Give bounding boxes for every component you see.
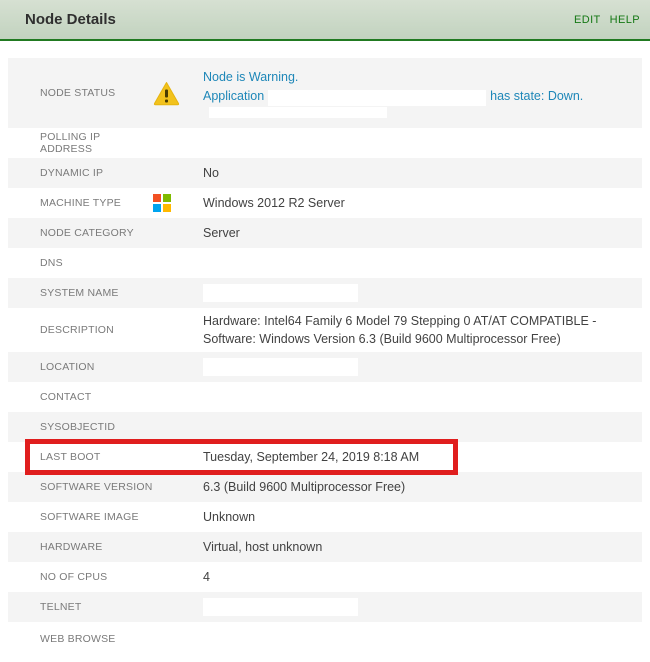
row-value: Server	[203, 225, 240, 240]
redaction-box	[203, 598, 358, 617]
node-details-table: NODE STATUS Node is Warning. Application ha…	[0, 41, 650, 655]
node-details-header: Node Details EDIT HELP	[0, 0, 650, 41]
row-value: Hardware: Intel64 Family 6 Model 79 Step…	[203, 313, 597, 346]
detail-row-node-category: NODE CATEGORY Server	[8, 218, 642, 248]
detail-row-web-browse: WEB BROWSE	[8, 622, 642, 655]
detail-row-last-boot: LAST BOOT Tuesday, September 24, 2019 8:1…	[8, 439, 642, 475]
row-label: TELNET	[40, 601, 82, 613]
row-label: NODE CATEGORY	[40, 227, 134, 239]
row-value	[203, 358, 642, 377]
status-line2-suffix: has state: Down.	[490, 88, 584, 103]
detail-row-description: DESCRIPTION Hardware: Intel64 Family 6 Mo…	[8, 308, 642, 352]
windows-logo-icon	[153, 194, 203, 212]
row-label: LOCATION	[40, 361, 95, 373]
row-value: Node is Warning. Application has state: Do…	[203, 68, 642, 118]
detail-row-sysobjectid: SYSOBJECTID	[8, 412, 642, 442]
help-link[interactable]: HELP	[610, 14, 640, 26]
row-label: SYSTEM NAME	[40, 287, 119, 299]
status-line2-prefix: Application	[203, 88, 265, 103]
row-value: Tuesday, September 24, 2019 8:18 AM	[203, 449, 420, 464]
detail-row-node-status: NODE STATUS Node is Warning. Application ha…	[8, 58, 642, 128]
row-label: NO OF CPUS	[40, 571, 108, 583]
row-label: NODE STATUS	[40, 87, 116, 99]
row-value: Windows 2012 R2 Server	[203, 195, 345, 210]
detail-row-software-version: SOFTWARE VERSION 6.3 (Build 9600 Multipro…	[8, 472, 642, 502]
detail-row-contact: CONTACT	[8, 382, 642, 412]
row-value	[203, 598, 642, 617]
detail-row-hardware: HARDWARE Virtual, host unknown	[8, 532, 642, 562]
detail-row-dns: DNS	[8, 248, 642, 278]
detail-row-dynamic-ip: DYNAMIC IP No	[8, 158, 642, 188]
row-label: SOFTWARE VERSION	[40, 481, 153, 493]
row-label: SOFTWARE IMAGE	[40, 511, 139, 523]
row-value: 4	[203, 569, 210, 584]
detail-row-no-of-cpus: NO OF CPUS 4	[8, 562, 642, 592]
detail-row-telnet: TELNET	[8, 592, 642, 622]
detail-row-location: LOCATION	[8, 352, 642, 382]
row-label: POLLING IP ADDRESS	[40, 131, 101, 155]
row-value: No	[203, 165, 219, 180]
row-value: 6.3 (Build 9600 Multiprocessor Free)	[203, 479, 406, 494]
redaction-box	[268, 89, 487, 106]
header-links: EDIT HELP	[574, 14, 640, 26]
row-label: SYSOBJECTID	[40, 421, 116, 433]
row-label: MACHINE TYPE	[40, 197, 121, 209]
row-value	[203, 284, 642, 303]
row-label: DESCRIPTION	[40, 324, 114, 336]
edit-link[interactable]: EDIT	[574, 14, 601, 26]
row-label: HARDWARE	[40, 541, 103, 553]
row-label: WEB BROWSE	[40, 632, 116, 645]
row-label: CONTACT	[40, 391, 92, 403]
row-label: DNS	[40, 257, 63, 269]
page-title: Node Details	[25, 11, 116, 28]
row-value: Virtual, host unknown	[203, 539, 323, 554]
detail-row-machine-type: MACHINE TYPE Windows 2012 R2 Server	[8, 188, 642, 218]
detail-row-polling-ip-address: POLLING IP ADDRESS	[8, 128, 642, 158]
row-value: Unknown	[203, 509, 256, 524]
row-label: LAST BOOT	[40, 451, 101, 463]
redaction-box	[209, 106, 387, 118]
redaction-box	[203, 284, 358, 303]
detail-row-system-name: SYSTEM NAME	[8, 278, 642, 308]
status-line-1: Node is Warning.	[203, 70, 299, 85]
redaction-box	[203, 358, 358, 377]
status-line-2: Application has state: Down.	[203, 87, 632, 106]
row-label: DYNAMIC IP	[40, 167, 104, 179]
detail-row-software-image: SOFTWARE IMAGE Unknown	[8, 502, 642, 532]
warning-icon	[153, 81, 203, 106]
